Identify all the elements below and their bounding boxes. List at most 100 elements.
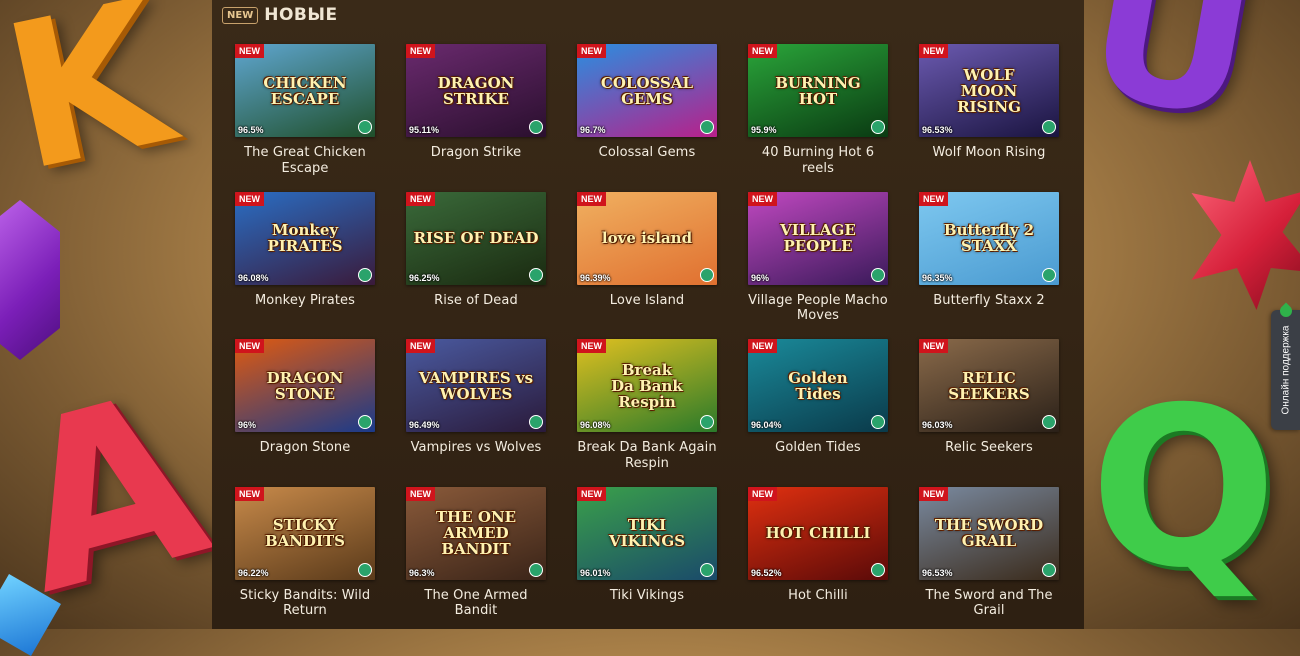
decor-red-star-gem <box>1191 160 1300 310</box>
game-card[interactable]: WOLF MOON RISING NEW 96.53% Wolf Moon Risin… <box>919 44 1059 161</box>
game-title[interactable]: Vampires vs Wolves <box>406 440 546 456</box>
game-thumbnail[interactable]: DRAGON STONE NEW 96% <box>235 339 375 432</box>
game-card[interactable]: Monkey PIRATES NEW 96.08% Monkey Pirates <box>235 191 375 309</box>
game-card[interactable]: HOT CHILLI NEW 96.52% Hot Chilli <box>748 486 888 604</box>
game-thumbnail[interactable]: TIKI VIKINGS NEW 96.01% <box>577 486 717 580</box>
new-badge: NEW <box>748 339 777 353</box>
game-artwork-logo: HOT CHILLI <box>765 524 871 542</box>
game-card[interactable]: CHICKEN ESCAPE NEW 96.5% The Great Chicken … <box>235 44 375 176</box>
game-thumbnail[interactable]: CHICKEN ESCAPE NEW 96.5% <box>235 44 375 137</box>
new-badge: NEW <box>748 44 777 58</box>
rtp-label: 96.22% <box>238 567 269 578</box>
provider-icon <box>871 267 885 282</box>
game-artwork-logo: THE SWORD GRAIL <box>934 516 1044 550</box>
rtp-label: 96.08% <box>238 272 269 283</box>
game-title[interactable]: The Great Chicken Escape <box>235 145 375 176</box>
provider-icon <box>871 562 885 577</box>
game-thumbnail[interactable]: BURNING HOT NEW 95.9% <box>748 44 888 137</box>
new-badge: NEW <box>235 486 264 501</box>
provider-icon <box>358 267 372 282</box>
game-card[interactable]: STICKY BANDITS NEW 96.22% Sticky Bandits: W… <box>235 486 375 619</box>
provider-icon <box>700 267 714 282</box>
game-thumbnail[interactable]: VILLAGE PEOPLE NEW 96% <box>748 191 888 285</box>
game-title[interactable]: The One Armed Bandit <box>406 588 546 619</box>
decor-letter-u: U <box>1071 0 1272 166</box>
game-artwork-logo: COLOSSAL GEMS <box>600 73 694 108</box>
game-artwork-logo: WOLF MOON RISING <box>957 65 1021 116</box>
game-title[interactable]: Village People Macho Moves <box>748 293 888 324</box>
game-title[interactable]: Dragon Strike <box>406 145 546 161</box>
new-badge: NEW <box>406 44 435 58</box>
new-badge: NEW <box>748 486 777 501</box>
game-thumbnail[interactable]: DRAGON STRIKE NEW 95.11% <box>406 44 546 137</box>
game-title[interactable]: The Sword and The Grail <box>919 588 1059 619</box>
game-thumbnail[interactable]: Break Da Bank Respin NEW 96.08% <box>577 339 717 432</box>
provider-icon <box>529 562 543 577</box>
game-card[interactable]: TIKI VIKINGS NEW 96.01% Tiki Vikings <box>577 486 717 604</box>
game-thumbnail[interactable]: THE ONE ARMED BANDIT NEW 96.3% <box>406 486 546 580</box>
game-thumbnail[interactable]: COLOSSAL GEMS NEW 96.7% <box>577 44 717 137</box>
game-card[interactable]: BURNING HOT NEW 95.9% 40 Burning Hot 6 reel… <box>748 44 888 176</box>
game-thumbnail[interactable]: THE SWORD GRAIL NEW 96.53% <box>919 486 1059 580</box>
game-thumbnail[interactable]: WOLF MOON RISING NEW 96.53% <box>919 44 1059 137</box>
game-title[interactable]: Wolf Moon Rising <box>919 145 1059 161</box>
rtp-label: 95.11% <box>409 125 440 135</box>
game-title[interactable]: Butterfly Staxx 2 <box>919 293 1059 309</box>
provider-icon <box>1042 120 1056 134</box>
game-thumbnail[interactable]: RELIC SEEKERS NEW 96.03% <box>919 339 1059 432</box>
rtp-label: 96.5% <box>238 125 264 135</box>
game-card[interactable]: love island NEW 96.39% Love Island <box>577 191 717 309</box>
rtp-label: 96.7% <box>580 125 606 135</box>
section-new-badge: NEW <box>222 6 259 24</box>
online-support-label: Онлайн поддержка <box>1280 325 1291 415</box>
rtp-label: 96.08% <box>580 420 611 430</box>
game-title[interactable]: Relic Seekers <box>919 440 1059 456</box>
game-card[interactable]: THE ONE ARMED BANDIT NEW 96.3% The One Arme… <box>406 486 546 619</box>
game-title[interactable]: Rise of Dead <box>406 293 546 309</box>
game-thumbnail[interactable]: Golden Tides NEW 96.04% <box>748 339 888 432</box>
game-title[interactable]: Dragon Stone <box>235 440 375 456</box>
game-title[interactable]: Colossal Gems <box>577 145 717 161</box>
game-card[interactable]: Golden Tides NEW 96.04% Golden Tides <box>748 339 888 456</box>
game-title[interactable]: Love Island <box>577 293 717 309</box>
rtp-label: 96.01% <box>580 567 611 578</box>
provider-icon <box>529 120 543 134</box>
game-artwork-logo: TIKI VIKINGS <box>608 516 686 550</box>
rtp-label: 96.04% <box>751 420 782 430</box>
game-title[interactable]: Monkey Pirates <box>235 293 375 309</box>
game-card[interactable]: Break Da Bank Respin NEW 96.08% Break Da Ba… <box>577 339 717 471</box>
new-badge: NEW <box>919 191 948 206</box>
game-card[interactable]: VAMPIRES vs WOLVES NEW 96.49% Vampires vs W… <box>406 339 546 456</box>
game-card[interactable]: Butterfly 2 STAXX NEW 96.35% Butterfly Stax… <box>919 191 1059 309</box>
game-thumbnail[interactable]: STICKY BANDITS NEW 96.22% <box>235 486 375 580</box>
game-title[interactable]: Hot Chilli <box>748 588 888 604</box>
game-thumbnail[interactable]: Monkey PIRATES NEW 96.08% <box>235 191 375 285</box>
game-card[interactable]: RISE OF DEAD NEW 96.25% Rise of Dead <box>406 191 546 309</box>
game-title[interactable]: Golden Tides <box>748 440 888 456</box>
game-title[interactable]: Tiki Vikings <box>577 588 717 604</box>
provider-icon <box>358 120 372 134</box>
game-card[interactable]: RELIC SEEKERS NEW 96.03% Relic Seekers <box>919 339 1059 456</box>
game-thumbnail[interactable]: Butterfly 2 STAXX NEW 96.35% <box>919 191 1059 285</box>
rtp-label: 96.53% <box>922 125 953 135</box>
game-card[interactable]: DRAGON STONE NEW 96% Dragon Stone <box>235 339 375 456</box>
game-thumbnail[interactable]: RISE OF DEAD NEW 96.25% <box>406 191 546 285</box>
new-badge: NEW <box>919 44 948 58</box>
game-title[interactable]: Break Da Bank Again Respin <box>577 440 717 471</box>
game-card[interactable]: VILLAGE PEOPLE NEW 96% Village People Macho… <box>748 191 888 324</box>
game-card[interactable]: DRAGON STRIKE NEW 95.11% Dragon Strike <box>406 44 546 161</box>
game-card[interactable]: THE SWORD GRAIL NEW 96.53% The Sword and Th… <box>919 486 1059 619</box>
game-thumbnail[interactable]: VAMPIRES vs WOLVES NEW 96.49% <box>406 339 546 432</box>
game-title[interactable]: Sticky Bandits: Wild Return <box>235 588 375 619</box>
online-support-tab[interactable]: Онлайн поддержка <box>1271 302 1300 430</box>
new-badge: NEW <box>406 486 435 501</box>
rtp-label: 96% <box>751 272 770 283</box>
provider-icon <box>871 415 885 429</box>
new-badge: NEW <box>919 339 948 353</box>
game-thumbnail[interactable]: love island NEW 96.39% <box>577 191 717 285</box>
game-thumbnail[interactable]: HOT CHILLI NEW 96.52% <box>748 486 888 580</box>
game-card[interactable]: COLOSSAL GEMS NEW 96.7% Colossal Gems <box>577 44 717 161</box>
new-badge: NEW <box>235 191 264 206</box>
decor-letter-q: Q <box>1090 360 1278 616</box>
game-title[interactable]: 40 Burning Hot 6 reels <box>748 145 888 176</box>
